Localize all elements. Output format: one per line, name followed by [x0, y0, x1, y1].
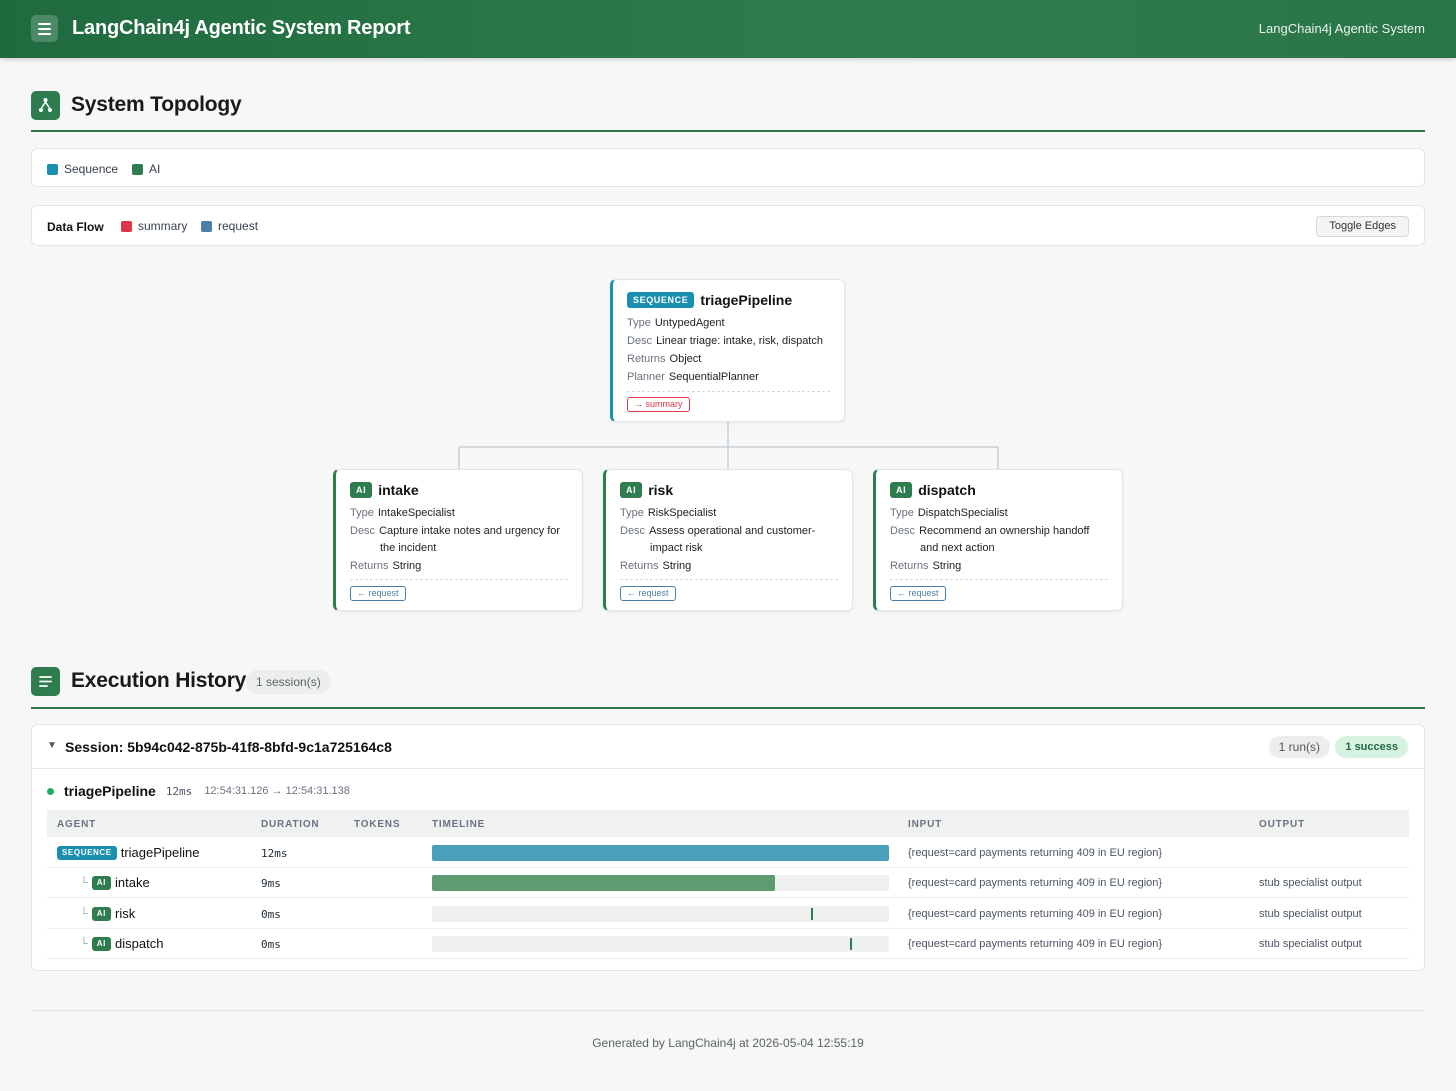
agent-cell: └ AI risk: [80, 906, 135, 921]
agent-cell: └ AI intake: [80, 875, 150, 890]
timeline-track: [432, 875, 889, 891]
input-chip-request: ← request: [620, 586, 676, 601]
duration-cell: 0ms: [261, 908, 281, 921]
input-chip-request: ← request: [890, 586, 946, 601]
agent-cell: SEQUENCE triagePipeline: [57, 845, 199, 860]
node-prop-returns: Returns String: [890, 560, 962, 572]
timeline-bar: [432, 875, 775, 891]
session-id: Session: 5b94c042-875b-41f8-8bfd-9c1a725…: [65, 739, 392, 755]
footer-divider: [31, 1010, 1425, 1011]
col-output: OUTPUT: [1259, 819, 1305, 830]
agent-name: risk: [115, 906, 136, 921]
sequence-badge: SEQUENCE: [627, 292, 695, 308]
ai-badge: AI: [350, 482, 373, 498]
duration-cell: 0ms: [261, 938, 281, 951]
tree-branch-icon: └: [80, 876, 88, 889]
timeline-bar: [432, 845, 889, 861]
duration-cell: 12ms: [261, 847, 288, 860]
node-prop-desc: Desc Assess operational and customer-: [620, 525, 816, 537]
list-icon: [31, 667, 60, 696]
col-agent: AGENT: [57, 819, 96, 830]
duration-cell: 9ms: [261, 877, 281, 890]
output-cell: stub specialist output: [1259, 938, 1362, 950]
table-row[interactable]: └ AI risk 0ms {request=card payments returni…: [47, 899, 1409, 929]
ai-badge: AI: [91, 906, 111, 921]
table-row[interactable]: └ AI intake 9ms {request=card payments retur…: [47, 868, 1409, 898]
timeline-track: [432, 906, 889, 922]
timeline-track: [432, 845, 889, 861]
session-header[interactable]: ▼ Session: 5b94c042-875b-41f8-8bfd-9c1a7…: [32, 725, 1424, 769]
node-prop-returns: Returns Object: [627, 353, 702, 365]
timeline-marker: [811, 908, 813, 920]
input-cell: {request=card payments returning 409 in …: [908, 847, 1163, 859]
node-prop-desc-cont: the incident: [380, 542, 437, 554]
node-name: risk: [648, 482, 674, 498]
agent-name: intake: [115, 875, 150, 890]
agent-name: triagePipeline: [120, 845, 200, 860]
ai-badge: AI: [620, 482, 643, 498]
status-dot-icon: [47, 787, 54, 795]
node-prop-desc-cont: impact risk: [650, 542, 703, 554]
session-card: ▼ Session: 5b94c042-875b-41f8-8bfd-9c1a7…: [31, 724, 1425, 971]
sequence-badge: SEQUENCE: [57, 845, 117, 860]
node-prop-type: Type DispatchSpecialist: [890, 507, 1008, 519]
output-chip-summary: → summary: [627, 397, 690, 412]
node-prop-desc: Desc Capture intake notes and urgency for: [350, 525, 561, 537]
node-prop-type: Type UntypedAgent: [627, 317, 725, 329]
node-risk[interactable]: AI risk Type RiskSpecialist Desc Assess ope…: [603, 469, 853, 611]
ai-badge: AI: [91, 936, 111, 951]
col-duration: DURATION: [261, 819, 320, 830]
node-prop-returns: Returns String: [620, 560, 692, 572]
input-cell: {request=card payments returning 409 in …: [908, 908, 1163, 920]
timeline-track: [432, 936, 889, 952]
node-prop-type: Type RiskSpecialist: [620, 507, 717, 519]
history-title: Execution History: [71, 669, 247, 692]
run-summary: triagePipeline 12ms 12:54:31.126 → 12:54…: [47, 783, 350, 799]
history-section-header: Execution History 1 session(s): [31, 667, 1425, 709]
output-cell: stub specialist output: [1259, 908, 1362, 920]
node-prop-returns: Returns String: [350, 560, 422, 572]
node-name: triagePipeline: [700, 292, 793, 308]
col-input: INPUT: [908, 819, 942, 830]
input-cell: {request=card payments returning 409 in …: [908, 877, 1163, 889]
runs-count-badge: 1 run(s): [1268, 736, 1330, 758]
col-timeline: TIMELINE: [432, 819, 486, 830]
node-triagepipeline[interactable]: SEQUENCE triagePipeline Type UntypedAgent …: [610, 279, 845, 422]
collapse-toggle-icon[interactable]: ▼: [47, 740, 57, 751]
footer-text: Generated by LangChain4j at 2026-05-04 1…: [592, 1036, 864, 1050]
node-prop-type: Type IntakeSpecialist: [350, 507, 455, 519]
timeline-marker: [850, 938, 852, 950]
run-duration: 12ms: [165, 784, 193, 798]
agent-name: dispatch: [115, 936, 164, 951]
node-name: dispatch: [918, 482, 976, 498]
input-cell: {request=card payments returning 409 in …: [908, 938, 1163, 950]
node-prop-desc-cont: and next action: [920, 542, 995, 554]
input-chip-request: ← request: [350, 586, 406, 601]
ai-badge: AI: [890, 482, 913, 498]
node-name: intake: [378, 482, 419, 498]
tree-branch-icon: └: [80, 907, 88, 920]
node-prop-desc: Desc Linear triage: intake, risk, dispatc…: [627, 335, 823, 347]
node-prop-planner: Planner SequentialPlanner: [627, 371, 759, 383]
col-tokens: TOKENS: [354, 819, 401, 830]
table-row[interactable]: SEQUENCE triagePipeline 12ms {request=card …: [47, 838, 1409, 868]
table-row[interactable]: └ AI dispatch 0ms {request=card payments ret…: [47, 929, 1409, 959]
success-badge: 1 success: [1335, 736, 1408, 758]
node-dispatch[interactable]: AI dispatch Type DispatchSpecialist Desc Re…: [873, 469, 1123, 611]
node-intake[interactable]: AI intake Type IntakeSpecialist Desc Captur…: [333, 469, 583, 611]
run-time-range: 12:54:31.126 → 12:54:31.138: [204, 785, 350, 797]
session-count-badge: 1 session(s): [246, 670, 331, 694]
node-prop-desc: Desc Recommend an ownership handoff: [890, 525, 1090, 537]
ai-badge: AI: [91, 875, 111, 890]
tree-branch-icon: └: [80, 937, 88, 950]
output-cell: stub specialist output: [1259, 877, 1362, 889]
run-name: triagePipeline: [64, 783, 156, 799]
agent-cell: └ AI dispatch: [80, 936, 163, 951]
table-header: AGENT DURATION TOKENS TIMELINE INPUT OUT…: [47, 810, 1409, 837]
